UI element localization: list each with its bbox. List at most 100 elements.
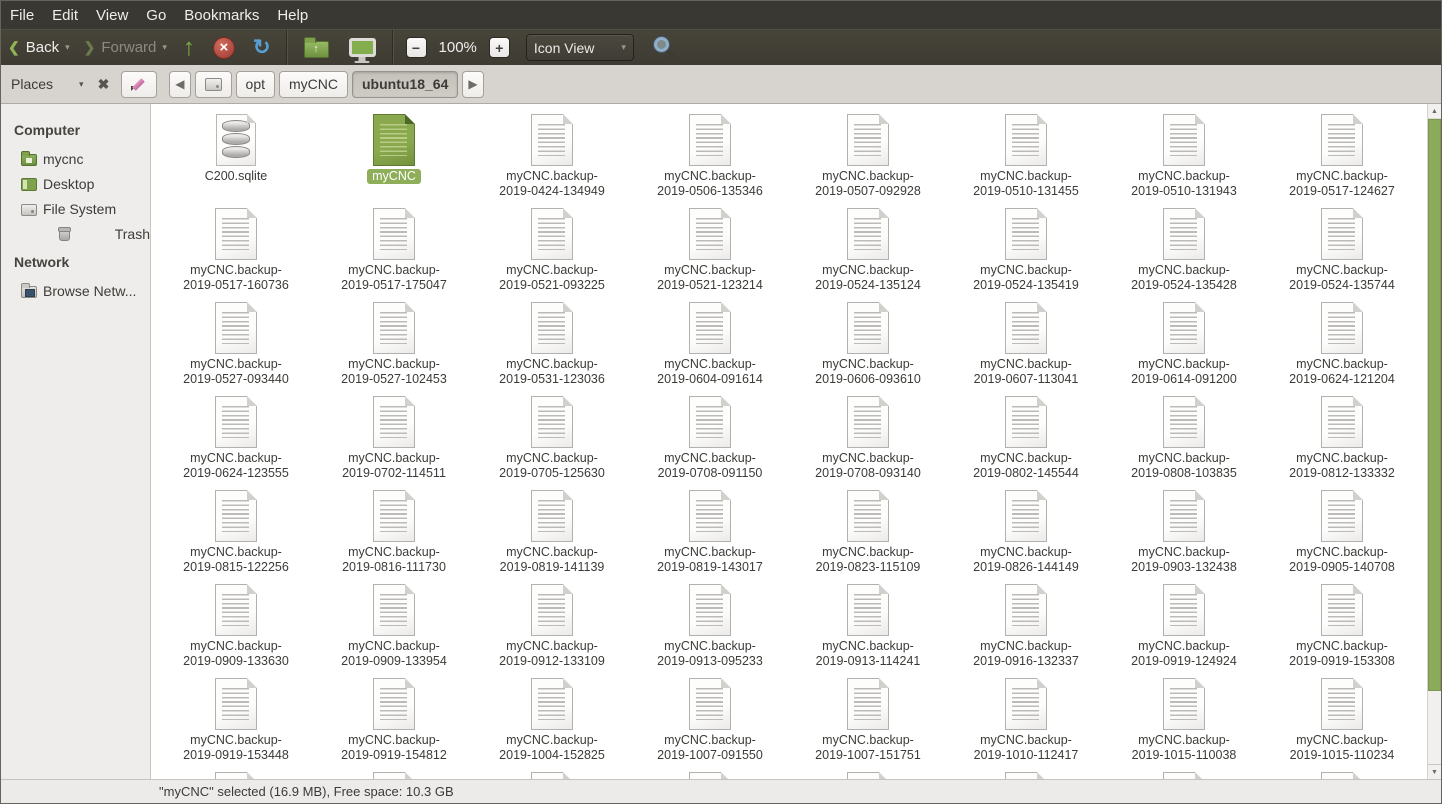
breadcrumb-scroll-left-button[interactable]: ◀ <box>169 71 190 98</box>
file-item[interactable]: myCNC.backup-2019-1015-110234 <box>1263 672 1421 766</box>
back-button[interactable]: ❮ Back ▾ <box>1 33 77 63</box>
refresh-button[interactable]: ↻ <box>244 35 280 60</box>
file-item[interactable]: myCNC.backup-2019-0802-145544 <box>947 390 1105 484</box>
vertical-scrollbar[interactable]: ▲ ▼ <box>1427 104 1441 779</box>
file-item[interactable]: myCNC.backup-2019-0708-091150 <box>631 390 789 484</box>
menu-help[interactable]: Help <box>268 3 317 28</box>
scrollbar-thumb[interactable] <box>1428 119 1441 691</box>
file-item[interactable]: myCNC.backup-2019-0521-123214 <box>631 202 789 296</box>
sidebar-item-desktop[interactable]: Desktop <box>1 171 150 196</box>
back-dropdown-caret-icon[interactable]: ▾ <box>65 42 70 53</box>
file-item[interactable]: myCNC.backup-2019-0607-113041 <box>947 296 1105 390</box>
menu-bookmarks[interactable]: Bookmarks <box>175 3 268 28</box>
file-item[interactable]: myCNC.backup-2019-0517-160736 <box>157 202 315 296</box>
sidebar-item-browse-netw-[interactable]: Browse Netw... <box>1 278 150 303</box>
file-item[interactable]: myCNC.backup-2019-0624-121204 <box>1263 296 1421 390</box>
file-item[interactable]: myCNC.backup-2019-0913-095233 <box>631 578 789 672</box>
file-item[interactable] <box>473 766 631 779</box>
file-item[interactable]: myCNC.backup-2019-0527-102453 <box>315 296 473 390</box>
sidebar-item-trash[interactable]: Trash <box>1 221 150 246</box>
file-item[interactable]: myCNC.backup-2019-0819-141139 <box>473 484 631 578</box>
file-item[interactable]: myCNC.backup-2019-1004-152825 <box>473 672 631 766</box>
breadcrumb-scroll-right-button[interactable]: ▶ <box>462 71 483 98</box>
menu-edit[interactable]: Edit <box>43 3 87 28</box>
forward-dropdown-caret-icon[interactable]: ▾ <box>162 42 167 53</box>
file-item[interactable]: myCNC.backup-2019-0531-123036 <box>473 296 631 390</box>
breadcrumb-mycnc[interactable]: myCNC <box>279 71 348 98</box>
zoom-out-button[interactable]: − <box>406 37 427 58</box>
file-item[interactable]: myCNC.backup-2019-0506-135346 <box>631 108 789 202</box>
file-item[interactable]: myCNC.backup-2019-0823-115109 <box>789 484 947 578</box>
file-item[interactable]: myCNC.backup-2019-0624-123555 <box>157 390 315 484</box>
file-item[interactable]: myCNC <box>315 108 473 202</box>
file-item[interactable]: myCNC.backup-2019-0812-133332 <box>1263 390 1421 484</box>
file-item[interactable]: myCNC.backup-2019-0905-140708 <box>1263 484 1421 578</box>
file-item[interactable]: myCNC.backup-2019-0819-143017 <box>631 484 789 578</box>
file-item[interactable]: myCNC.backup-2019-0708-093140 <box>789 390 947 484</box>
home-folder-button[interactable]: ↑ <box>304 41 329 58</box>
breadcrumb-ubuntu18_64[interactable]: ubuntu18_64 <box>352 71 458 98</box>
close-sidebar-icon[interactable]: ✖ <box>96 76 120 93</box>
file-item[interactable] <box>631 766 789 779</box>
file-item[interactable]: C200.sqlite <box>157 108 315 202</box>
file-item[interactable]: myCNC.backup-2019-1007-091550 <box>631 672 789 766</box>
file-item[interactable]: myCNC.backup-2019-0816-111730 <box>315 484 473 578</box>
places-selector[interactable]: Places ▾ <box>1 76 96 92</box>
file-item[interactable] <box>315 766 473 779</box>
zoom-in-button[interactable]: + <box>489 37 510 58</box>
root-breadcrumb-button[interactable] <box>195 71 232 98</box>
file-item[interactable]: myCNC.backup-2019-0909-133954 <box>315 578 473 672</box>
file-item[interactable]: myCNC.backup-2019-0527-093440 <box>157 296 315 390</box>
file-item[interactable] <box>157 766 315 779</box>
file-item[interactable]: myCNC.backup-2019-0916-132337 <box>947 578 1105 672</box>
file-item[interactable]: myCNC.backup-2019-0521-093225 <box>473 202 631 296</box>
computer-button[interactable] <box>349 38 376 57</box>
file-item[interactable]: myCNC.backup-2019-0424-134949 <box>473 108 631 202</box>
file-item[interactable]: myCNC.backup-2019-0903-132438 <box>1105 484 1263 578</box>
scroll-up-button[interactable]: ▲ <box>1428 104 1441 119</box>
file-item[interactable]: myCNC.backup-2019-0510-131455 <box>947 108 1105 202</box>
file-item[interactable]: myCNC.backup-2019-0507-092928 <box>789 108 947 202</box>
file-item[interactable]: myCNC.backup-2019-0524-135419 <box>947 202 1105 296</box>
scroll-down-button[interactable]: ▼ <box>1428 764 1441 779</box>
file-item[interactable]: myCNC.backup-2019-1010-112417 <box>947 672 1105 766</box>
view-mode-select[interactable]: Icon View ▾ <box>526 34 634 61</box>
file-item[interactable]: myCNC.backup-2019-0909-133630 <box>157 578 315 672</box>
file-item[interactable]: myCNC.backup-2019-0913-114241 <box>789 578 947 672</box>
file-item[interactable]: myCNC.backup-2019-0524-135744 <box>1263 202 1421 296</box>
file-item[interactable]: myCNC.backup-2019-0826-144149 <box>947 484 1105 578</box>
sidebar-item-mycnc[interactable]: mycnc <box>1 146 150 171</box>
file-item[interactable]: myCNC.backup-2019-0919-153448 <box>157 672 315 766</box>
file-item[interactable]: myCNC.backup-2019-0517-175047 <box>315 202 473 296</box>
forward-button[interactable]: ❯ Forward ▾ <box>77 33 174 63</box>
file-item[interactable]: myCNC.backup-2019-0912-133109 <box>473 578 631 672</box>
file-item[interactable]: myCNC.backup-2019-0808-103835 <box>1105 390 1263 484</box>
file-item[interactable]: myCNC.backup-2019-1015-110038 <box>1105 672 1263 766</box>
file-item[interactable]: myCNC.backup-2019-0919-154812 <box>315 672 473 766</box>
file-item[interactable] <box>1105 766 1263 779</box>
file-item[interactable]: myCNC.backup-2019-0524-135428 <box>1105 202 1263 296</box>
search-button[interactable] <box>652 36 676 60</box>
file-item[interactable]: myCNC.backup-2019-0919-124924 <box>1105 578 1263 672</box>
sidebar-item-file-system[interactable]: File System <box>1 196 150 221</box>
file-item[interactable]: myCNC.backup-2019-0705-125630 <box>473 390 631 484</box>
file-item[interactable]: myCNC.backup-2019-0510-131943 <box>1105 108 1263 202</box>
file-item[interactable]: myCNC.backup-2019-0919-153308 <box>1263 578 1421 672</box>
file-item[interactable]: myCNC.backup-2019-1007-151751 <box>789 672 947 766</box>
menu-view[interactable]: View <box>87 3 137 28</box>
file-item[interactable] <box>1263 766 1421 779</box>
menu-go[interactable]: Go <box>137 3 175 28</box>
file-item[interactable]: myCNC.backup-2019-0606-093610 <box>789 296 947 390</box>
file-item[interactable]: myCNC.backup-2019-0614-091200 <box>1105 296 1263 390</box>
file-item[interactable]: myCNC.backup-2019-0702-114511 <box>315 390 473 484</box>
file-item[interactable]: myCNC.backup-2019-0815-122256 <box>157 484 315 578</box>
stop-button[interactable]: × <box>213 37 235 59</box>
menu-file[interactable]: File <box>1 3 43 28</box>
file-item[interactable]: myCNC.backup-2019-0524-135124 <box>789 202 947 296</box>
file-item[interactable] <box>789 766 947 779</box>
up-button[interactable]: ↑ <box>174 33 204 63</box>
file-item[interactable] <box>947 766 1105 779</box>
file-item[interactable]: myCNC.backup-2019-0517-124627 <box>1263 108 1421 202</box>
file-item[interactable]: myCNC.backup-2019-0604-091614 <box>631 296 789 390</box>
edit-location-button[interactable] <box>121 71 157 98</box>
